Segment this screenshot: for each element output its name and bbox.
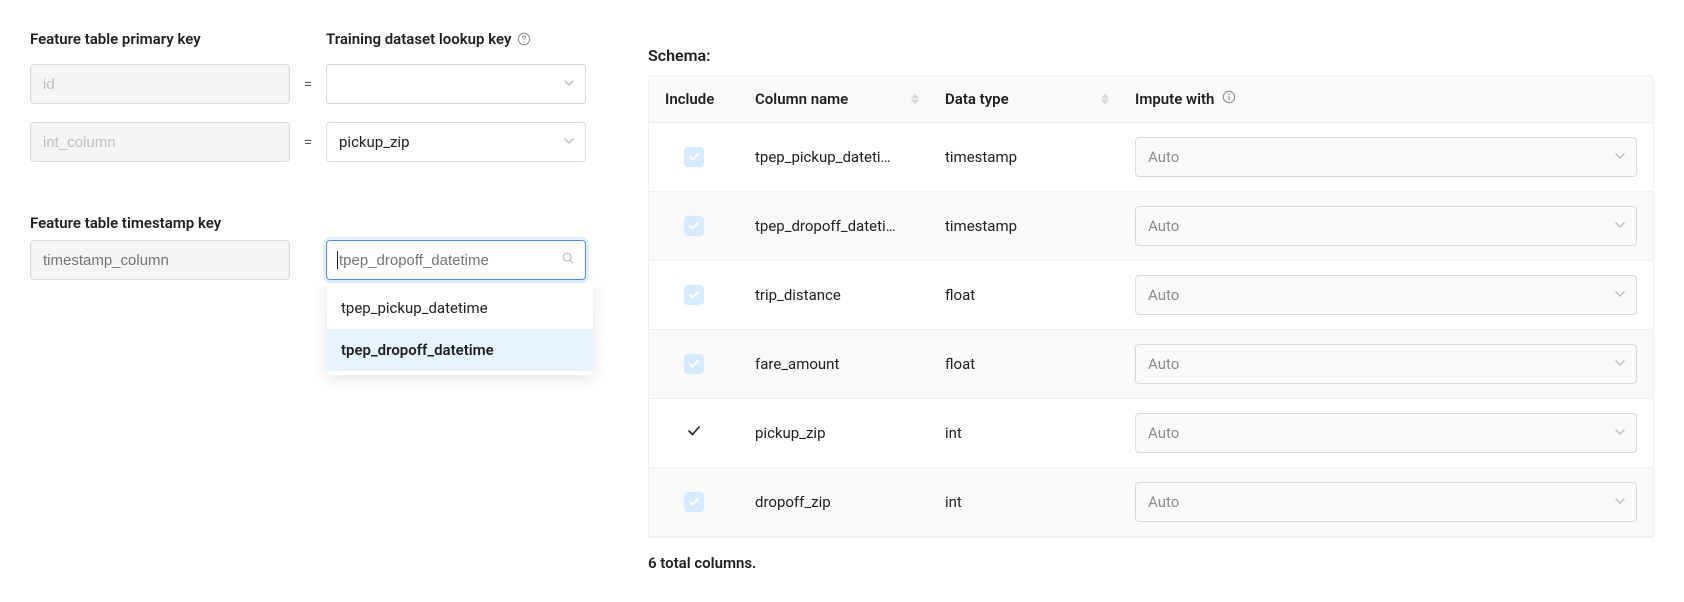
sort-icon[interactable] xyxy=(1101,94,1109,105)
impute-with-select[interactable]: Auto xyxy=(1135,482,1637,522)
column-header-type[interactable]: Data type xyxy=(929,76,1119,123)
primary-key-input-0[interactable] xyxy=(30,64,290,104)
table-row: fare_amountfloat Auto xyxy=(649,330,1653,399)
chevron-down-icon xyxy=(1614,286,1626,304)
column-name-cell: tpep_pickup_dateti… xyxy=(739,123,929,192)
timestamp-dropdown-menu: tpep_pickup_datetime tpep_dropoff_dateti… xyxy=(327,283,593,375)
chevron-down-icon xyxy=(1614,424,1626,442)
lookup-key-select-1[interactable]: pickup_zip xyxy=(326,122,586,162)
chevron-down-icon xyxy=(1614,493,1626,511)
table-row: dropoff_zipint Auto xyxy=(649,468,1653,537)
chevron-down-icon xyxy=(563,75,575,93)
column-name-cell: fare_amount xyxy=(739,330,929,399)
chevron-down-icon xyxy=(1614,148,1626,166)
search-icon xyxy=(561,251,575,269)
dropdown-option-0[interactable]: tpep_pickup_datetime xyxy=(327,287,593,329)
data-type-cell: int xyxy=(929,468,1119,537)
column-header-name[interactable]: Column name xyxy=(739,76,929,123)
chevron-down-icon xyxy=(1614,217,1626,235)
lookup-key-select-0[interactable] xyxy=(326,64,586,104)
impute-with-select[interactable]: Auto xyxy=(1135,275,1637,315)
data-type-cell: float xyxy=(929,330,1119,399)
column-name-cell: dropoff_zip xyxy=(739,468,929,537)
impute-with-select[interactable]: Auto xyxy=(1135,413,1637,453)
include-checkbox xyxy=(684,285,704,305)
timestamp-key-input[interactable] xyxy=(30,240,290,280)
impute-with-select[interactable]: Auto xyxy=(1135,344,1637,384)
timestamp-lookup-search-select[interactable]: tpep_pickup_datetime tpep_dropoff_dateti… xyxy=(326,240,586,280)
chevron-down-icon xyxy=(1614,355,1626,373)
include-checkbox xyxy=(684,354,704,374)
data-type-cell: int xyxy=(929,399,1119,468)
column-header-impute: Impute with xyxy=(1119,76,1653,123)
lookup-key-label: Training dataset lookup key xyxy=(326,30,586,48)
primary-key-input-1[interactable] xyxy=(30,122,290,162)
table-row: tpep_dropoff_dateti…timestamp Auto xyxy=(649,192,1653,261)
table-row: trip_distancefloat Auto xyxy=(649,261,1653,330)
schema-title: Schema: xyxy=(648,46,1654,65)
column-name-cell: trip_distance xyxy=(739,261,929,330)
include-checkbox xyxy=(684,216,704,236)
table-row: pickup_zipint Auto xyxy=(649,399,1653,468)
equals-sign: = xyxy=(302,133,314,151)
timestamp-search-input[interactable] xyxy=(339,252,555,269)
data-type-cell: timestamp xyxy=(929,123,1119,192)
text-cursor-icon xyxy=(337,251,338,269)
data-type-cell: timestamp xyxy=(929,192,1119,261)
key-mapping-row-1: = pickup_zip xyxy=(30,122,620,162)
equals-sign: = xyxy=(302,75,314,93)
include-checkbox xyxy=(684,492,704,512)
dropdown-option-1[interactable]: tpep_dropoff_datetime xyxy=(327,329,593,371)
primary-key-label: Feature table primary key xyxy=(30,30,290,48)
timestamp-key-row: = tpep_pickup_datetime tpep_dropoff_date… xyxy=(30,240,620,280)
chevron-down-icon xyxy=(563,133,575,151)
data-type-cell: float xyxy=(929,261,1119,330)
sort-icon[interactable] xyxy=(911,94,919,105)
schema-table: Include Column name Data type xyxy=(648,75,1654,538)
column-name-cell: tpep_dropoff_dateti… xyxy=(739,192,929,261)
column-header-include: Include xyxy=(649,76,739,123)
key-mapping-row-0: = xyxy=(30,64,620,104)
include-checkbox xyxy=(684,147,704,167)
impute-with-select[interactable]: Auto xyxy=(1135,137,1637,177)
timestamp-key-label: Feature table timestamp key xyxy=(30,214,620,232)
info-icon[interactable] xyxy=(1222,90,1236,104)
table-row: tpep_pickup_dateti…timestamp Auto xyxy=(649,123,1653,192)
column-name-cell: pickup_zip xyxy=(739,399,929,468)
schema-total-columns: 6 total columns. xyxy=(648,554,1654,572)
include-checkmark-icon xyxy=(684,424,704,438)
help-icon[interactable] xyxy=(517,32,531,46)
impute-with-select[interactable]: Auto xyxy=(1135,206,1637,246)
